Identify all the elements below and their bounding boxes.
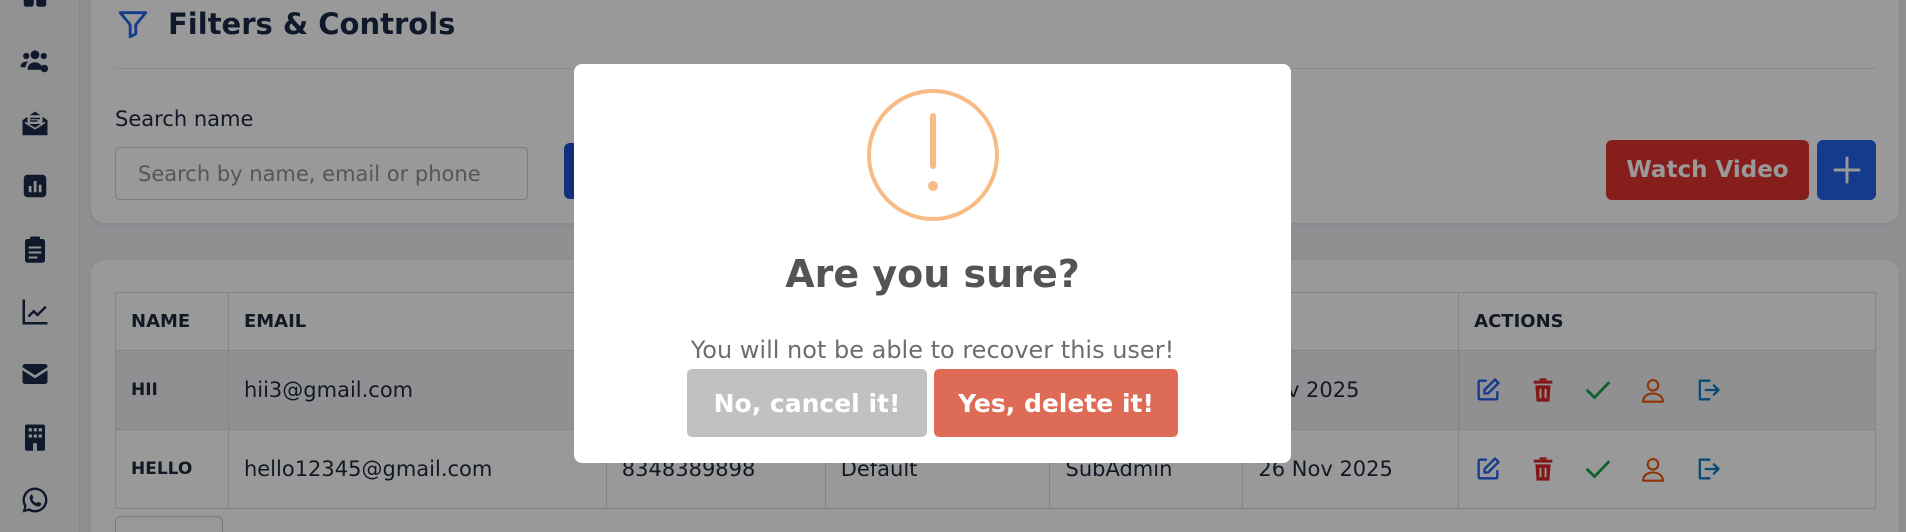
dialog-title: Are you sure?: [785, 252, 1080, 296]
warning-icon: [867, 89, 999, 221]
dialog-message: You will not be able to recover this use…: [690, 336, 1175, 364]
confirm-delete-button[interactable]: Yes, delete it!: [934, 369, 1178, 437]
cancel-button[interactable]: No, cancel it!: [687, 369, 927, 437]
confirm-dialog: Are you sure? You will not be able to re…: [574, 64, 1291, 463]
